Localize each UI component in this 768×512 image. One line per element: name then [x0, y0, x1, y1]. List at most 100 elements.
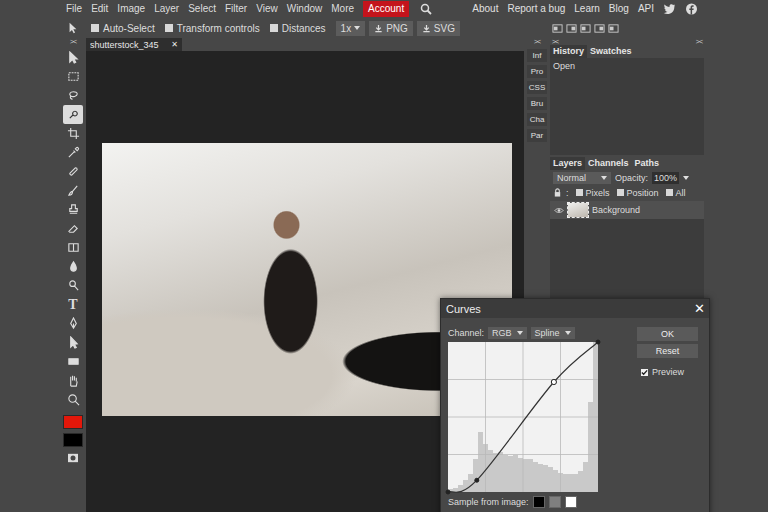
zoom-dropdown[interactable]: 1x — [336, 21, 366, 36]
tool-button[interactable] — [63, 181, 83, 200]
align-icon[interactable] — [608, 23, 619, 34]
header-link[interactable]: About — [472, 2, 498, 16]
align-icon[interactable] — [594, 23, 605, 34]
header-link[interactable]: Report a bug — [507, 2, 565, 16]
eye-icon[interactable] — [554, 207, 564, 214]
align-icon[interactable] — [552, 23, 563, 34]
panel-shortcut[interactable]: Cha — [527, 113, 547, 126]
account-button[interactable]: Account — [363, 1, 409, 17]
sample-eyedropper[interactable] — [549, 496, 561, 508]
layer-row[interactable]: Background — [550, 201, 704, 219]
curve-point[interactable] — [596, 340, 600, 344]
checkbox[interactable] — [617, 189, 624, 196]
tool-button[interactable] — [63, 390, 83, 409]
tool-button[interactable] — [63, 124, 83, 143]
close-tab-button[interactable]: ✕ — [171, 40, 178, 49]
menu-item[interactable]: Edit — [91, 2, 108, 16]
tool-button[interactable]: T — [63, 295, 83, 314]
panel-tab[interactable]: Paths — [632, 157, 663, 170]
toolbar-checkbox[interactable]: Transform controls — [165, 23, 260, 34]
tool-button[interactable] — [63, 238, 83, 257]
tool-button[interactable] — [63, 333, 83, 352]
strip-toggle[interactable]: >< — [534, 38, 540, 46]
curve-graph[interactable] — [448, 342, 598, 492]
export-button[interactable]: PNG — [369, 21, 413, 36]
dialog-button[interactable]: Reset — [637, 344, 698, 358]
channel-select[interactable]: RGB — [488, 327, 527, 339]
sample-eyedropper[interactable] — [565, 496, 577, 508]
sample-eyedropper[interactable] — [533, 496, 545, 508]
panel-shortcut[interactable]: Inf — [527, 49, 547, 62]
checkbox[interactable] — [641, 369, 648, 376]
panel-shortcut[interactable]: CSS — [527, 81, 547, 94]
menu-item[interactable]: More — [331, 2, 354, 16]
document-tab[interactable]: shutterstock_345✕ — [86, 38, 182, 51]
checkbox[interactable] — [666, 189, 673, 196]
tool-button[interactable] — [63, 143, 83, 162]
quick-mask-icon[interactable] — [67, 453, 79, 463]
curve-chart[interactable] — [448, 342, 598, 492]
lock-checkbox[interactable]: Pixels — [576, 188, 610, 198]
menu-item[interactable]: Window — [287, 2, 323, 16]
tool-button[interactable] — [63, 371, 83, 390]
panel-shortcut[interactable]: Par — [527, 129, 547, 142]
menu-item[interactable]: Filter — [225, 2, 247, 16]
mode-select[interactable]: Spline — [531, 327, 575, 339]
curve-point[interactable] — [475, 478, 479, 482]
tool-button[interactable] — [63, 314, 83, 333]
dialog-title-bar[interactable]: Curves✕ — [441, 299, 709, 318]
opacity-caret-icon[interactable] — [683, 176, 689, 180]
header-link[interactable]: Learn — [574, 2, 600, 16]
search-icon[interactable] — [420, 3, 432, 15]
menu-item[interactable]: View — [256, 2, 278, 16]
tool-button[interactable] — [63, 86, 83, 105]
tool-button[interactable] — [63, 162, 83, 181]
tool-button[interactable] — [63, 276, 83, 295]
twitter-bird-icon[interactable] — [663, 3, 676, 15]
checkbox[interactable] — [165, 24, 173, 32]
panel-toggle[interactable]: >< — [552, 38, 558, 45]
lock-checkbox[interactable]: All — [666, 188, 686, 198]
checkbox[interactable] — [270, 24, 278, 32]
toolbar-checkbox[interactable]: Distances — [270, 23, 326, 34]
tool-button[interactable] — [63, 105, 83, 124]
tool-button[interactable] — [63, 48, 83, 67]
history-entry[interactable]: Open — [552, 60, 702, 72]
tool-button[interactable] — [63, 67, 83, 86]
align-icon[interactable] — [580, 23, 591, 34]
panel-shortcut[interactable]: Bru — [527, 97, 547, 110]
menu-item[interactable]: Image — [117, 2, 145, 16]
menu-item[interactable]: File — [66, 2, 82, 16]
preview-checkbox[interactable]: Preview — [637, 367, 698, 377]
align-icon[interactable] — [566, 23, 577, 34]
header-link[interactable]: API — [638, 2, 654, 16]
foreground-color[interactable] — [63, 415, 83, 429]
tool-button[interactable] — [63, 257, 83, 276]
panel-tab[interactable]: Swatches — [587, 45, 635, 58]
tool-button[interactable] — [63, 352, 83, 371]
tool-button[interactable] — [63, 200, 83, 219]
checkbox[interactable] — [576, 189, 583, 196]
opacity-field[interactable]: 100% — [652, 172, 679, 184]
panel-tab[interactable]: Channels — [585, 157, 632, 170]
header-link[interactable]: Blog — [609, 2, 629, 16]
menu-item[interactable]: Layer — [154, 2, 179, 16]
panel-tab[interactable]: History — [550, 45, 587, 58]
checkbox[interactable] — [91, 24, 99, 32]
lock-checkbox[interactable]: Position — [617, 188, 659, 198]
curve-point[interactable] — [551, 379, 556, 384]
panel-tab[interactable]: Layers — [550, 157, 585, 170]
close-button[interactable]: ✕ — [694, 301, 705, 316]
blend-mode-select[interactable]: Normal — [553, 172, 611, 184]
facebook-logo-icon[interactable] — [685, 3, 698, 15]
curve-line[interactable] — [448, 342, 598, 492]
toolbar-checkbox[interactable]: Auto-Select — [91, 23, 155, 34]
curve-point[interactable] — [446, 490, 450, 494]
panel-shortcut[interactable]: Pro — [527, 65, 547, 78]
tool-button[interactable] — [63, 219, 83, 238]
dialog-button[interactable]: OK — [637, 327, 698, 341]
menu-item[interactable]: Select — [188, 2, 216, 16]
background-color[interactable] — [63, 433, 83, 447]
export-button[interactable]: SVG — [417, 21, 460, 36]
panel-toggle[interactable]: >< — [696, 38, 702, 45]
